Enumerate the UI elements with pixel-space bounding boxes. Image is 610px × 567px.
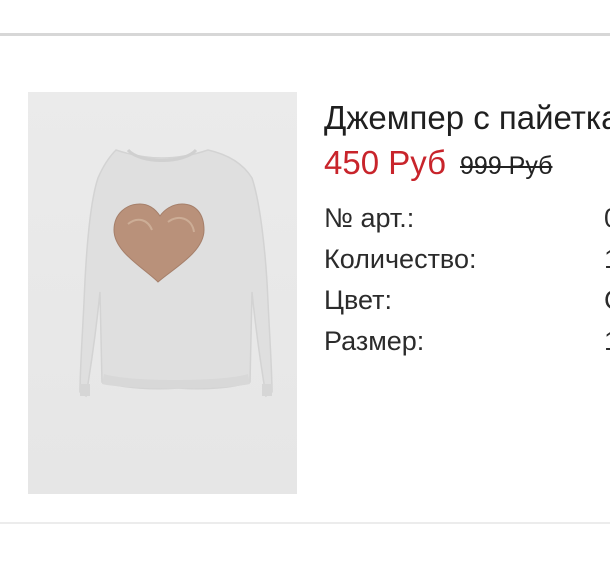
spec-value: 0: [604, 203, 610, 234]
product-image[interactable]: [28, 92, 297, 494]
spec-row-color: Цвет: С: [324, 280, 610, 321]
product-specs: № арт.: 0 Количество: 1 Цвет: С Размер: …: [324, 198, 610, 362]
product-title[interactable]: Джемпер с пайетками: [324, 98, 610, 138]
spec-label: Количество:: [324, 244, 477, 274]
old-price: 999 Руб: [460, 152, 553, 180]
previous-order-card: [0, 0, 610, 36]
spec-row-size: Размер: 1: [324, 321, 610, 362]
order-item-card: Джемпер с пайетками 450 Руб 999 Руб № ар…: [0, 36, 610, 524]
sweater-illustration: [79, 148, 273, 398]
spec-value: С: [604, 285, 610, 316]
spec-label: Размер:: [324, 326, 425, 356]
spec-value: 1: [604, 326, 610, 357]
price-row: 450 Руб 999 Руб: [324, 144, 610, 184]
page: Джемпер с пайетками 450 Руб 999 Руб № ар…: [0, 0, 610, 567]
spec-row-quantity: Количество: 1: [324, 239, 610, 280]
spec-label: № арт.:: [324, 203, 415, 233]
spec-value: 1: [604, 244, 610, 275]
current-price: 450 Руб: [324, 144, 447, 181]
product-info: Джемпер с пайетками 450 Руб 999 Руб № ар…: [324, 98, 610, 362]
spec-label: Цвет:: [324, 285, 393, 315]
spec-row-article: № арт.: 0: [324, 198, 610, 239]
